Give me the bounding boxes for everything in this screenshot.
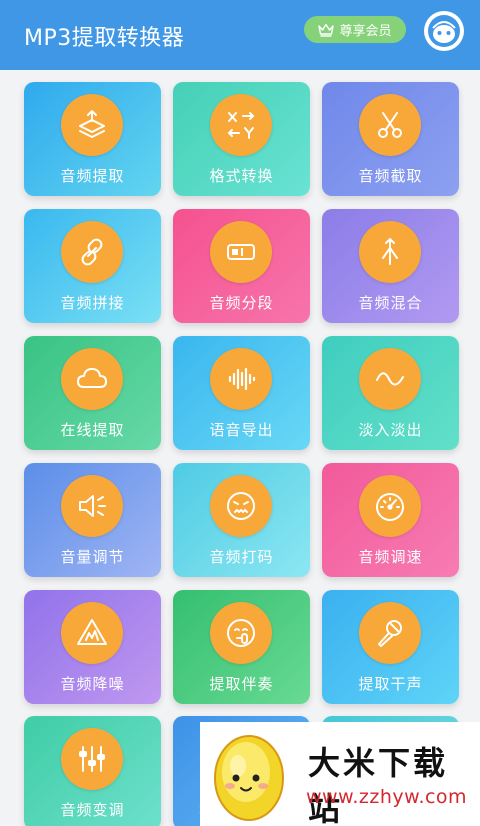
extract-icon	[79, 110, 105, 138]
tool-audio-join[interactable]: 音频拼接	[24, 209, 161, 323]
watermark-title: 大米下载站	[308, 744, 449, 826]
speedometer-icon	[376, 493, 404, 521]
tool-audio-merge[interactable]: 音频混合	[322, 209, 459, 323]
sine-wave-icon	[376, 372, 404, 386]
tool-volume[interactable]: 音量调节	[24, 463, 161, 577]
hush-face-icon	[227, 619, 255, 647]
tool-voice-export[interactable]: 语音导出	[173, 336, 310, 450]
tool-grid: 音频提取 格式转换 音频截取 音频拼接 音频分段 音频混合 在线提取 语音导出 …	[0, 0, 480, 826]
mask-face-icon	[227, 492, 255, 520]
tool-label: 音量调节	[60, 548, 125, 566]
tool-audio-extract[interactable]: 音频提取	[24, 82, 161, 196]
tool-audio-cut[interactable]: 音频截取	[322, 82, 459, 196]
tool-label: 音频降噪	[60, 675, 125, 693]
tool-label: 提取干声	[358, 675, 423, 693]
tool-icon-circle	[359, 602, 421, 664]
merge-icon	[382, 238, 398, 265]
tool-label: 音频提取	[60, 167, 125, 185]
tool-format-convert[interactable]: 格式转换	[173, 82, 310, 196]
noise-warning-icon	[77, 619, 107, 645]
tool-noise-reduction[interactable]: 音频降噪	[24, 590, 161, 704]
voice-wave-icon	[228, 367, 256, 391]
tool-label: 语音导出	[209, 421, 274, 439]
tool-icon-circle	[210, 94, 272, 156]
tool-icon-circle	[359, 221, 421, 283]
tool-label: 音频拼接	[60, 294, 125, 312]
tool-icon-circle	[61, 602, 123, 664]
tool-extract-accompaniment[interactable]: 提取伴奏	[173, 590, 310, 704]
tool-label: 音频分段	[209, 294, 274, 312]
tool-extract-dry-vocal[interactable]: 提取干声	[322, 590, 459, 704]
equalizer-icon	[79, 746, 105, 772]
tool-icon-circle	[210, 348, 272, 410]
tool-icon-circle	[61, 728, 123, 790]
format-convert-icon	[227, 112, 255, 139]
tool-icon-circle	[61, 221, 123, 283]
link-icon	[81, 238, 103, 266]
rice-mascot-logo	[214, 735, 284, 821]
watermark-url: www.zzhyw.com	[306, 786, 468, 808]
tool-label: 音频截取	[358, 167, 423, 185]
tool-label: 提取伴奏	[209, 675, 274, 693]
tool-label: 音频变调	[60, 801, 125, 819]
tool-audio-segment[interactable]: 音频分段	[173, 209, 310, 323]
tool-label: 音频打码	[209, 548, 274, 566]
scissors-icon	[378, 112, 402, 138]
tool-online-extract[interactable]: 在线提取	[24, 336, 161, 450]
tool-icon-circle	[61, 475, 123, 537]
tool-icon-circle	[61, 94, 123, 156]
tool-pitch-shift[interactable]: 音频变调	[24, 716, 161, 826]
tool-icon-circle	[210, 221, 272, 283]
tool-label: 音频调速	[358, 548, 423, 566]
tool-label: 音频混合	[358, 294, 423, 312]
segment-icon	[227, 244, 255, 260]
tool-icon-circle	[359, 348, 421, 410]
volume-icon	[79, 495, 106, 517]
tool-icon-circle	[210, 602, 272, 664]
cloud-icon	[77, 368, 107, 388]
tool-audio-speed[interactable]: 音频调速	[322, 463, 459, 577]
tool-fade[interactable]: 淡入淡出	[322, 336, 459, 450]
tool-icon-circle	[61, 348, 123, 410]
tool-icon-circle	[210, 475, 272, 537]
microphone-icon	[378, 620, 402, 647]
tool-audio-mask[interactable]: 音频打码	[173, 463, 310, 577]
tool-label: 淡入淡出	[358, 421, 423, 439]
tool-label: 在线提取	[60, 421, 125, 439]
tool-label: 格式转换	[209, 167, 274, 185]
tool-icon-circle	[359, 475, 421, 537]
watermark: 大米下载站 www.zzhyw.com	[200, 722, 480, 826]
tool-icon-circle	[359, 94, 421, 156]
